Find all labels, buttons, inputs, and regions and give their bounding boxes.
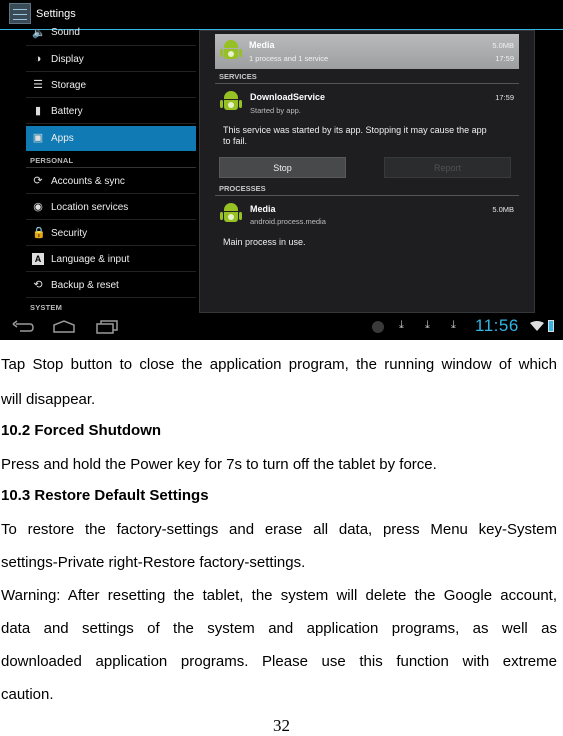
sidebar-item-label: Security bbox=[51, 228, 88, 239]
service-status: Started by app. bbox=[250, 106, 301, 115]
sidebar-item-label: Location services bbox=[51, 202, 129, 213]
sidebar-item-battery[interactable]: ▮ Battery bbox=[26, 99, 196, 124]
paragraph-line: Tap Stop button to close the application… bbox=[1, 356, 557, 373]
process-description: Main process in use. bbox=[223, 237, 306, 247]
app-summary-row[interactable]: Media 1 process and 1 service 5.0MB 17:5… bbox=[215, 34, 519, 69]
sidebar-item-label: Display bbox=[51, 54, 84, 65]
service-name: DownloadService bbox=[250, 92, 326, 102]
download-icon[interactable]: ⤓ bbox=[399, 319, 404, 332]
tablet-screenshot: Settings 🔈 Sound ◑ Display ☰ Storage ▮ B… bbox=[0, 0, 563, 340]
sidebar-item-label: Sound bbox=[51, 27, 80, 38]
settings-icon[interactable] bbox=[9, 3, 31, 24]
paragraph-line: downloaded application programs. Please … bbox=[1, 653, 557, 670]
battery-icon: ▮ bbox=[34, 105, 42, 117]
paragraph-line: data and settings of the system and appl… bbox=[1, 620, 557, 637]
sidebar-item-apps[interactable]: ▣ Apps bbox=[26, 126, 196, 151]
divider bbox=[215, 195, 519, 196]
description-line: This service was started by its app. Sto… bbox=[223, 125, 487, 135]
sidebar-item-accounts-sync[interactable]: ⟳ Accounts & sync bbox=[26, 169, 196, 194]
paragraph-line: will disappear. bbox=[1, 391, 96, 408]
language-icon: A bbox=[32, 253, 44, 265]
app-summary: 1 process and 1 service bbox=[249, 54, 329, 63]
sync-icon: ⟳ bbox=[33, 175, 43, 187]
stop-button[interactable]: Stop bbox=[219, 157, 346, 178]
process-size: 5.0MB bbox=[492, 205, 514, 214]
sidebar-item-language[interactable]: A Language & input bbox=[26, 247, 196, 272]
running-app-details: Media 1 process and 1 service 5.0MB 17:5… bbox=[199, 30, 535, 313]
storage-icon: ☰ bbox=[33, 79, 43, 91]
lock-icon: 🔒 bbox=[32, 227, 46, 239]
app-name: Media bbox=[249, 40, 275, 50]
download-icon[interactable]: ⤓ bbox=[451, 319, 456, 332]
recent-apps-icon[interactable] bbox=[96, 320, 118, 334]
settings-sidebar: 🔈 Sound ◑ Display ☰ Storage ▮ Battery ▣ … bbox=[26, 27, 196, 315]
back-icon[interactable] bbox=[12, 320, 34, 334]
sidebar-item-location[interactable]: ◉ Location services bbox=[26, 195, 196, 220]
battery-status-icon bbox=[548, 320, 554, 332]
paragraph-line: To restore the factory-settings and eras… bbox=[1, 521, 557, 538]
paragraph-line: caution. bbox=[1, 686, 54, 703]
report-button[interactable]: Report bbox=[384, 157, 511, 178]
sidebar-item-label: Backup & reset bbox=[51, 280, 119, 291]
sound-icon: 🔈 bbox=[32, 27, 46, 39]
wifi-icon bbox=[530, 321, 544, 331]
sidebar-item-label: Accounts & sync bbox=[51, 176, 125, 187]
description-line: to fail. bbox=[223, 136, 248, 146]
sidebar-item-label: Language & input bbox=[51, 254, 130, 265]
process-name: Media bbox=[250, 204, 276, 214]
sidebar-item-backup[interactable]: ⟲ Backup & reset bbox=[26, 273, 196, 298]
services-header: SERVICES bbox=[219, 72, 257, 81]
system-navigation-bar: ⤓ ⤓ ⤓ 11:56 bbox=[0, 315, 563, 340]
service-time: 17:59 bbox=[495, 93, 514, 102]
process-package: android.process.media bbox=[250, 217, 326, 226]
apps-icon: ▣ bbox=[32, 132, 44, 144]
paragraph: Press and hold the Power key for 7s to t… bbox=[1, 456, 437, 473]
display-icon: ◑ bbox=[34, 53, 42, 65]
processes-header: PROCESSES bbox=[219, 184, 266, 193]
paragraph-line: Warning: After resetting the tablet, the… bbox=[1, 587, 557, 604]
android-icon bbox=[220, 39, 242, 63]
sidebar-item-label: Apps bbox=[51, 133, 74, 144]
service-description: This service was started by its app. Sto… bbox=[223, 125, 523, 147]
divider bbox=[26, 167, 196, 168]
app-time: 17:59 bbox=[495, 54, 514, 63]
section-heading-10-3: 10.3 Restore Default Settings bbox=[1, 487, 209, 504]
sidebar-item-sound[interactable]: 🔈 Sound bbox=[26, 24, 196, 46]
notification-dot-icon[interactable] bbox=[372, 321, 384, 333]
home-icon[interactable] bbox=[53, 320, 75, 334]
section-heading-10-2: 10.2 Forced Shutdown bbox=[1, 422, 162, 439]
sidebar-item-display[interactable]: ◑ Display bbox=[26, 47, 196, 72]
section-header-system: SYSTEM bbox=[30, 303, 63, 312]
download-icon[interactable]: ⤓ bbox=[425, 319, 430, 332]
sidebar-item-security[interactable]: 🔒 Security bbox=[26, 221, 196, 246]
page-number: 32 bbox=[273, 716, 290, 735]
app-size: 5.0MB bbox=[492, 41, 514, 50]
location-icon: ◉ bbox=[33, 201, 43, 213]
sidebar-item-storage[interactable]: ☰ Storage bbox=[26, 73, 196, 98]
backup-icon: ⟲ bbox=[33, 279, 43, 291]
divider bbox=[215, 83, 519, 84]
sidebar-item-label: Battery bbox=[51, 106, 83, 117]
app-title: Settings bbox=[36, 8, 76, 20]
paragraph-line: settings-Private right-Restore factory-s… bbox=[1, 554, 306, 571]
section-header-personal: PERSONAL bbox=[30, 156, 74, 165]
sidebar-item-label: Storage bbox=[51, 80, 87, 91]
android-icon bbox=[220, 202, 242, 226]
status-clock[interactable]: 11:56 bbox=[475, 316, 519, 336]
android-icon bbox=[220, 90, 242, 114]
